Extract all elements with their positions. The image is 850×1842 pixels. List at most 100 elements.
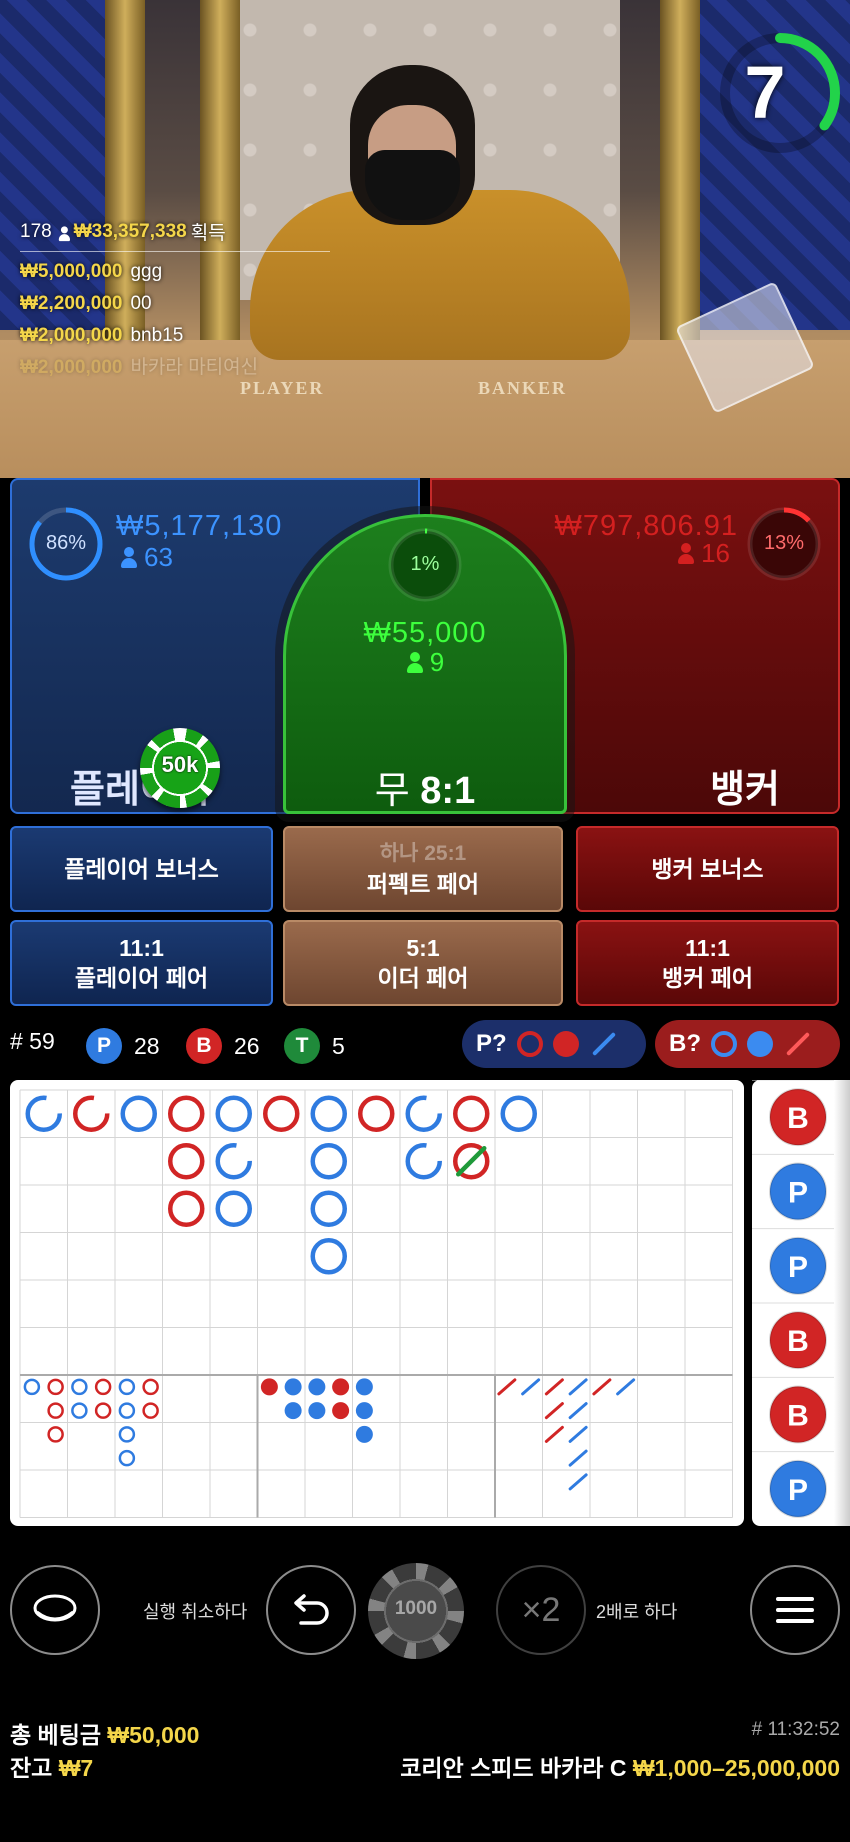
- big-road-mark: [453, 1095, 490, 1132]
- banker-bonus-bet[interactable]: 뱅커 보너스: [576, 826, 839, 912]
- bead-label: B: [787, 1400, 809, 1433]
- big-road-mark: [310, 1095, 347, 1132]
- big-road-mark: [263, 1095, 300, 1132]
- tie-count: T 5: [284, 1028, 345, 1064]
- chip-selector-1000[interactable]: 1000: [368, 1563, 464, 1659]
- divider: [20, 251, 330, 252]
- bead-label: B: [787, 1325, 809, 1358]
- perfect-pair-bet[interactable]: 하나 25:1 퍼펙트 페어: [283, 826, 563, 912]
- big-road-mark: [168, 1143, 205, 1180]
- double-label: 2배로 하다: [596, 1602, 678, 1622]
- bead-road[interactable]: B P P B B P: [752, 1079, 850, 1526]
- player-bonus-bet[interactable]: 플레이어 보너스: [10, 826, 273, 912]
- small-road-mark: [260, 1378, 278, 1396]
- big-road-mark: [405, 1095, 442, 1132]
- gold-column: [660, 0, 700, 340]
- big-road-mark: [405, 1143, 442, 1180]
- balance: 잔고 ₩7: [10, 1755, 94, 1781]
- either-pair-bet[interactable]: 5:1 이더 페어: [283, 920, 563, 1006]
- winners-total: ₩33,357,338: [73, 220, 187, 242]
- big-road-mark: [120, 1095, 157, 1132]
- scoreboard-roadmap[interactable]: [10, 1080, 744, 1526]
- cockroach-mark: [497, 1378, 517, 1396]
- player-pair-bet[interactable]: 11:1 플레이어 페어: [10, 920, 273, 1006]
- total-bet: 총 베팅금 ₩50,000: [10, 1722, 200, 1748]
- small-road-mark: [332, 1378, 350, 1396]
- big-eye-mark: [47, 1426, 64, 1443]
- winner-count: 178: [20, 220, 52, 242]
- person-icon: [406, 651, 424, 674]
- winner-row: ₩2,200,000 00: [20, 293, 152, 314]
- big-road-mark: [215, 1095, 252, 1132]
- banker-bettors: 16: [677, 538, 730, 569]
- banker-pair-bet[interactable]: 11:1 뱅커 페어: [576, 920, 839, 1006]
- bead-label: P: [788, 1474, 808, 1507]
- big-road-mark: [73, 1095, 110, 1132]
- big-eye-mark: [142, 1378, 159, 1396]
- banker-percent: 13%: [763, 532, 805, 554]
- tie-bet-spot[interactable]: 1% ₩55,000 9 무 8:1: [283, 514, 567, 814]
- undo-button[interactable]: [266, 1565, 356, 1655]
- countdown-seconds: 7: [744, 51, 786, 134]
- banker-badge-icon: B: [186, 1028, 222, 1064]
- big-road-mark: [310, 1190, 347, 1227]
- tie-badge-icon: T: [284, 1028, 320, 1064]
- player-total-bet: ₩5,177,130: [116, 510, 283, 542]
- winner-row: ₩5,000,000 ggg: [20, 261, 163, 282]
- dealer-mask: [365, 150, 460, 220]
- winners-suffix: 획득: [190, 223, 226, 244]
- tie-total-bet: ₩55,000: [363, 617, 487, 649]
- big-road-mark: [25, 1095, 62, 1132]
- cockroach-mark: [544, 1402, 564, 1420]
- big-eye-mark: [94, 1402, 112, 1419]
- blue-slash-icon: [591, 1031, 616, 1057]
- big-eye-mark: [118, 1378, 136, 1396]
- big-eye-mark: [71, 1378, 88, 1396]
- small-road-mark: [284, 1402, 302, 1420]
- roadmap-grid: [19, 1089, 733, 1518]
- player-prediction-button[interactable]: P?: [462, 1020, 646, 1068]
- small-road-mark: [332, 1402, 350, 1420]
- banker-wins: B 26: [186, 1028, 260, 1064]
- betting-area: 86% ₩5,177,130 63 플레이어 50k 13% ₩797,806.…: [0, 478, 850, 818]
- cockroach-mark: [544, 1425, 564, 1443]
- cockroach-mark: [568, 1473, 588, 1491]
- chat-button[interactable]: [10, 1565, 100, 1655]
- bead-label: B: [787, 1102, 809, 1135]
- bead-label: P: [788, 1177, 808, 1210]
- table-label-banker: BANKER: [478, 378, 568, 398]
- bead-label: P: [788, 1251, 808, 1284]
- blue-dot-icon: [747, 1031, 773, 1057]
- banker-prediction-button[interactable]: B?: [655, 1020, 840, 1068]
- big-road-mark: [215, 1190, 252, 1227]
- big-eye-mark: [118, 1449, 136, 1467]
- big-road-mark: [358, 1095, 395, 1132]
- small-road-mark: [308, 1402, 326, 1420]
- cockroach-mark: [521, 1378, 541, 1396]
- player-badge-icon: P: [86, 1028, 122, 1064]
- cockroach-mark: [568, 1378, 588, 1396]
- big-road-mark: [168, 1095, 205, 1132]
- red-ring-icon: [516, 1031, 543, 1057]
- big-eye-mark: [142, 1402, 159, 1419]
- big-eye-mark: [23, 1378, 41, 1396]
- person-icon: [120, 546, 138, 569]
- menu-button[interactable]: [750, 1565, 840, 1655]
- big-eye-mark: [118, 1402, 136, 1419]
- blue-ring-icon: [711, 1031, 737, 1057]
- big-road-mark: [310, 1143, 347, 1180]
- undo-label: 실행 취소하다: [143, 1602, 248, 1622]
- tie-percent: 1%: [410, 553, 440, 575]
- small-road-mark: [355, 1425, 373, 1443]
- tie-bettors: 9: [286, 647, 564, 678]
- cockroach-mark: [568, 1402, 588, 1420]
- player-percent: 86%: [45, 532, 87, 554]
- small-road-mark: [284, 1378, 302, 1396]
- double-button[interactable]: ×2: [496, 1565, 586, 1655]
- big-eye-mark: [47, 1378, 64, 1396]
- small-road-mark: [308, 1378, 326, 1396]
- chat-bubble-icon: [33, 1594, 77, 1622]
- winners-header: 178 ₩33,357,338 획득: [20, 218, 330, 245]
- round-stats: # 59 P 28 B 26 T 5 P? B?: [0, 1020, 850, 1068]
- big-road-mark: [215, 1143, 252, 1180]
